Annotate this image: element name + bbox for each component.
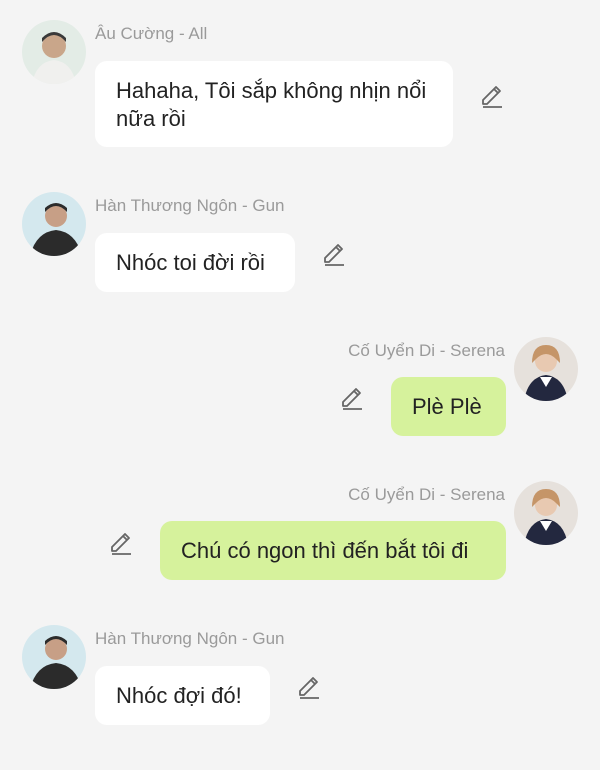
avatar[interactable] (514, 481, 578, 545)
pencil-edit-icon[interactable] (479, 84, 505, 110)
sender-name: Cố Uyển Di - Serena (348, 485, 505, 504)
avatar[interactable] (22, 625, 86, 689)
sender-name: Âu Cường - All (95, 24, 208, 43)
avatar[interactable] (22, 20, 86, 84)
avatar[interactable] (514, 337, 578, 401)
sender-name: Hàn Thương Ngôn - Gun (95, 629, 285, 648)
avatar[interactable] (22, 192, 86, 256)
pencil-edit-icon[interactable] (321, 242, 347, 268)
sender-name: Hàn Thương Ngôn - Gun (95, 196, 285, 215)
pencil-edit-icon[interactable] (296, 675, 322, 701)
pencil-edit-icon[interactable] (108, 531, 134, 557)
message-bubble[interactable]: Nhóc đợi đó! (95, 666, 270, 725)
message-bubble[interactable]: Plè Plè (391, 377, 506, 436)
message-bubble[interactable]: Hahaha, Tôi sắp không nhịn nổi nữa rồi (95, 61, 453, 147)
pencil-edit-icon[interactable] (339, 386, 365, 412)
message-bubble[interactable]: Nhóc toi đời rồi (95, 233, 295, 292)
message-bubble[interactable]: Chú có ngon thì đến bắt tôi đi (160, 521, 506, 580)
sender-name: Cố Uyển Di - Serena (348, 341, 505, 360)
